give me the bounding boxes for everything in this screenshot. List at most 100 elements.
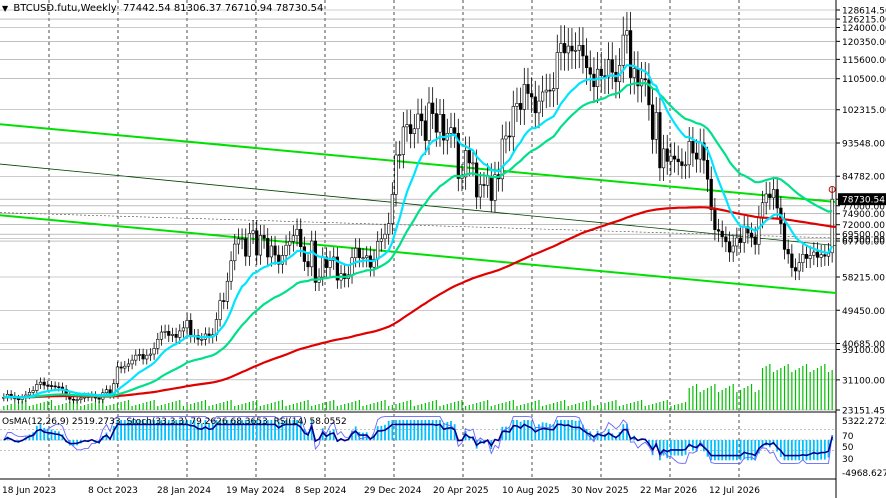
volume-bar xyxy=(281,400,283,410)
volume-bar xyxy=(725,388,727,410)
candle-body xyxy=(555,52,559,89)
osma-bar xyxy=(450,421,452,441)
volume-bar xyxy=(794,370,797,410)
candle-body xyxy=(548,89,552,92)
candle-body xyxy=(790,253,794,268)
volume-bar xyxy=(648,405,650,410)
candle-body xyxy=(38,381,43,385)
volume-bar xyxy=(585,401,588,410)
volume-bar xyxy=(776,370,778,410)
time-tick-label: 10 Aug 2025 xyxy=(502,486,560,496)
volume-bar xyxy=(344,404,346,410)
candle-body xyxy=(665,148,669,162)
osma-bar xyxy=(809,440,812,461)
volume-bar xyxy=(520,405,522,410)
candle-body xyxy=(519,103,523,110)
volume-bar xyxy=(83,405,86,410)
candle-body xyxy=(599,68,603,76)
volume-bar xyxy=(399,403,401,410)
volume-bar xyxy=(450,403,452,410)
volume-bar xyxy=(388,406,390,410)
volume-bar xyxy=(684,402,687,410)
candle-body xyxy=(541,91,545,102)
volume-bar xyxy=(706,388,709,410)
volume-bar xyxy=(780,368,782,410)
volume-bar xyxy=(245,403,247,410)
volume-histogram xyxy=(3,364,833,410)
volume-bar xyxy=(457,401,459,410)
volume-bar xyxy=(340,405,342,410)
osma-bar xyxy=(380,425,383,441)
volume-bar xyxy=(798,368,800,410)
volume-bar xyxy=(168,403,170,410)
volume-bar xyxy=(318,404,320,410)
candle-body xyxy=(804,254,809,259)
moving-averages xyxy=(3,64,836,399)
candle-body xyxy=(698,142,702,160)
volume-bar xyxy=(824,364,826,410)
candle-body xyxy=(53,385,57,388)
osma-bar xyxy=(571,420,573,441)
volume-bar xyxy=(373,403,375,410)
candle-body xyxy=(123,365,127,369)
osma-bar xyxy=(790,440,793,461)
volume-bar xyxy=(124,401,126,410)
volume-bar xyxy=(699,392,701,410)
volume-bar xyxy=(487,400,489,410)
osma-bar xyxy=(735,440,738,461)
osma-bar xyxy=(439,420,441,441)
volume-bar xyxy=(736,392,738,410)
volume-bar xyxy=(637,401,639,410)
volume-bar xyxy=(732,384,734,410)
candle-body xyxy=(812,251,816,256)
volume-bar xyxy=(237,405,240,410)
volume-bar xyxy=(39,403,42,410)
osma-bar xyxy=(732,440,735,461)
candle-body xyxy=(115,366,120,384)
candle-body xyxy=(709,178,713,210)
indicator-tick-label: -4968.6279 xyxy=(842,469,886,479)
volume-bar xyxy=(783,366,786,410)
volume-bar xyxy=(542,406,544,410)
volume-bar xyxy=(325,402,327,410)
candle-body xyxy=(291,235,295,242)
volume-bar xyxy=(659,402,661,410)
candle-body xyxy=(738,237,743,243)
candle-body xyxy=(786,249,790,255)
volume-bar xyxy=(498,404,500,410)
osma-bar xyxy=(728,440,731,461)
candle-body xyxy=(247,233,252,257)
candle-body xyxy=(680,161,684,166)
volume-bar xyxy=(54,406,56,410)
volume-bar xyxy=(651,404,654,410)
volume-bar xyxy=(138,404,141,410)
candle-body xyxy=(658,112,662,169)
volume-bar xyxy=(538,400,540,410)
candle-body xyxy=(233,243,237,262)
osma-bar xyxy=(43,427,46,441)
osma-bar xyxy=(431,420,434,441)
dropdown-arrow-icon[interactable]: ▼ xyxy=(2,4,8,13)
volume-bar xyxy=(765,366,767,410)
candle-body xyxy=(511,106,515,138)
volume-bar xyxy=(69,402,71,410)
candle-body xyxy=(266,238,270,258)
candle-body xyxy=(189,320,193,337)
candle-body xyxy=(229,260,233,282)
price-tick-label: 49450.00 xyxy=(842,307,885,317)
volume-bar xyxy=(259,406,261,410)
channel-lower-line xyxy=(0,214,837,294)
volume-bar xyxy=(421,404,423,410)
volume-bar xyxy=(717,392,720,410)
candle-body xyxy=(383,233,387,240)
volume-bar xyxy=(296,403,298,410)
candle-body xyxy=(222,300,226,302)
candle-body xyxy=(137,354,142,356)
candle-body xyxy=(350,257,354,276)
volume-bar xyxy=(626,404,628,410)
volume-bar xyxy=(791,372,793,410)
price-tick-label: 115600.00 xyxy=(842,56,886,66)
osma-label: OsMA(12,26,9) 2519.2733 xyxy=(2,417,121,427)
volume-bar xyxy=(105,406,108,410)
candle-body xyxy=(225,280,230,302)
